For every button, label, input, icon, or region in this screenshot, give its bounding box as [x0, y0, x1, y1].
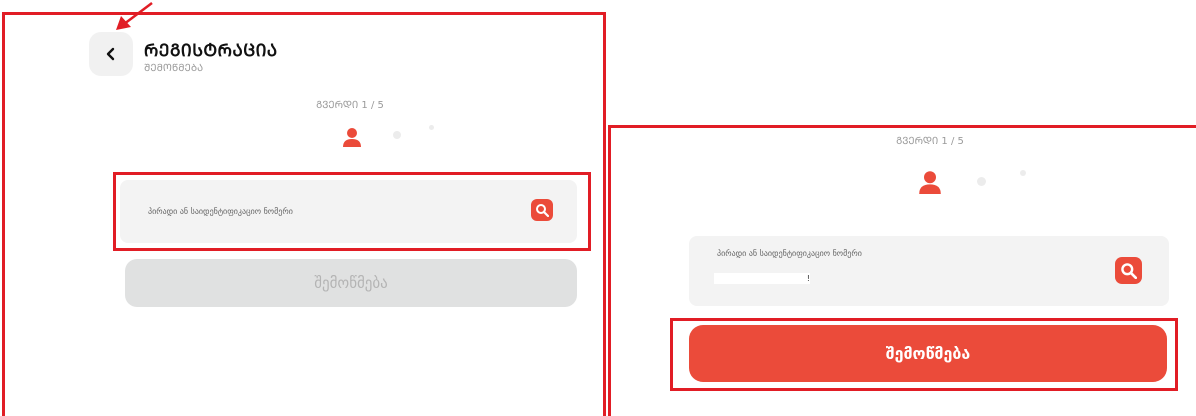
- step-indicator: ᲒᲕᲔᲠᲓᲘ 1 / 5: [896, 136, 964, 147]
- user-icon: [919, 171, 941, 194]
- step-dot: [1020, 170, 1026, 176]
- step-dot: [977, 177, 986, 186]
- step-dot: [393, 131, 401, 139]
- back-button[interactable]: [89, 32, 133, 76]
- chevron-left-icon: [106, 47, 115, 61]
- page-subtitle: ᲨᲔᲛᲝᲬᲛᲔᲑᲐ: [144, 63, 204, 74]
- user-icon: [343, 128, 361, 147]
- id-input[interactable]: !: [714, 273, 810, 284]
- page-title: ᲠᲔᲒᲘᲡᲢᲠᲐᲪᲘᲐ: [144, 41, 278, 61]
- id-field[interactable]: [689, 236, 1169, 306]
- highlight-box-field: [113, 172, 591, 251]
- search-icon: [1121, 263, 1137, 279]
- step-indicator: ᲒᲕᲔᲠᲓᲘ 1 / 5: [316, 100, 384, 111]
- search-button[interactable]: [1115, 257, 1142, 284]
- id-field-label: პირადი ან საიდენტიფიკაციო ნომერი: [717, 249, 862, 258]
- annotation-arrow-icon: [116, 2, 153, 30]
- step-dot: [429, 125, 434, 130]
- submit-button-disabled[interactable]: შემოწმება: [125, 259, 577, 307]
- highlight-box-submit: [670, 318, 1178, 391]
